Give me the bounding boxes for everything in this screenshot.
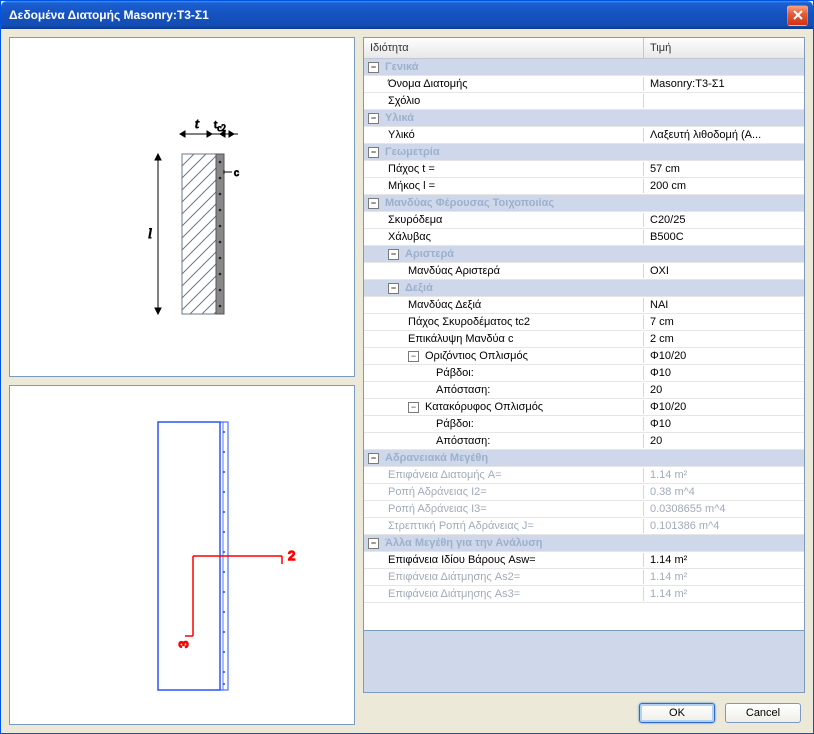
close-button[interactable] xyxy=(787,5,808,26)
group-general[interactable]: −Γενικά xyxy=(364,59,804,76)
content-area: t tc2 l xyxy=(1,29,813,733)
row-i3: Ροπή Αδράνειας I3= 0.0308655 m^4 xyxy=(364,501,804,518)
row-asw[interactable]: Επιφάνεια Ιδίου Βάρους Asw= 1.14 m² xyxy=(364,552,804,569)
row-vert-bars[interactable]: Ράβδοι: Φ10 xyxy=(364,416,804,433)
group-material[interactable]: −Υλικά xyxy=(364,110,804,127)
group-geometry[interactable]: −Γεωμετρία xyxy=(364,144,804,161)
row-horiz-bars[interactable]: Ράβδοι: Φ10 xyxy=(364,365,804,382)
ok-button[interactable]: OK xyxy=(639,703,715,723)
row-as2: Επιφάνεια Διάτμησης As2= 1.14 m² xyxy=(364,569,804,586)
property-grid: Ιδιότητα Τιμή −Γενικά Όνομα Διατομής Mas… xyxy=(363,37,805,631)
collapse-icon[interactable]: − xyxy=(368,113,379,124)
label-l: l xyxy=(148,227,152,242)
section-diagram-top: t tc2 l xyxy=(9,37,355,377)
label-t: t xyxy=(195,117,200,132)
row-length[interactable]: Μήκος l = 200 cm xyxy=(364,178,804,195)
right-column: Ιδιότητα Τιμή −Γενικά Όνομα Διατομής Mas… xyxy=(363,37,805,725)
button-row: OK Cancel xyxy=(363,693,805,725)
row-material[interactable]: Υλικό Λαξευτή λιθοδομή (Α... xyxy=(364,127,804,144)
row-as3: Επιφάνεια Διάτμησης As3= 1.14 m² xyxy=(364,586,804,603)
row-concrete[interactable]: Σκυρόδεμα C20/25 xyxy=(364,212,804,229)
group-right[interactable]: −Δεξιά xyxy=(364,280,804,297)
row-section-name[interactable]: Όνομα Διατομής Masonry:T3-Σ1 xyxy=(364,76,804,93)
row-thickness[interactable]: Πάχος t = 57 cm xyxy=(364,161,804,178)
axis-3-label: 3 xyxy=(176,641,191,648)
collapse-icon[interactable]: − xyxy=(368,538,379,549)
window-title: Δεδομένα Διατομής Masonry:T3-Σ1 xyxy=(9,8,787,22)
row-comment[interactable]: Σχόλιο xyxy=(364,93,804,110)
row-horiz-spacing[interactable]: Απόσταση: 20 xyxy=(364,382,804,399)
collapse-icon[interactable]: − xyxy=(368,453,379,464)
row-j: Στρεπτική Ροπή Αδράνειας J= 0.101386 m^4 xyxy=(364,518,804,535)
header-value: Τιμή xyxy=(644,38,804,58)
collapse-icon[interactable]: − xyxy=(368,198,379,209)
group-left[interactable]: −Αριστερά xyxy=(364,246,804,263)
grid-body[interactable]: −Γενικά Όνομα Διατομής Masonry:T3-Σ1 Σχό… xyxy=(364,59,804,630)
axis-2-label: 2 xyxy=(288,548,295,563)
collapse-icon[interactable]: − xyxy=(388,283,399,294)
row-area: Επιφάνεια Διατομής A= 1.14 m² xyxy=(364,467,804,484)
row-horiz-reinf[interactable]: −Οριζόντιος Οπλισμός Φ10/20 xyxy=(364,348,804,365)
description-pane xyxy=(363,631,805,693)
row-tc2[interactable]: Πάχος Σκυροδέματος tc2 7 cm xyxy=(364,314,804,331)
row-cover-c[interactable]: Επικάλυψη Μανδύα c 2 cm xyxy=(364,331,804,348)
row-vert-spacing[interactable]: Απόσταση: 20 xyxy=(364,433,804,450)
group-jacket[interactable]: −Μανδύας Φέρουσας Τοιχοποιίας xyxy=(364,195,804,212)
grid-header: Ιδιότητα Τιμή xyxy=(364,38,804,59)
row-vert-reinf[interactable]: −Κατακόρυφος Οπλισμός Φ10/20 xyxy=(364,399,804,416)
collapse-icon[interactable]: − xyxy=(388,249,399,260)
group-inertia[interactable]: −Αδρανειακά Μεγέθη xyxy=(364,450,804,467)
row-steel[interactable]: Χάλυβας B500C xyxy=(364,229,804,246)
label-tc2: tc2 xyxy=(214,117,226,133)
close-icon xyxy=(793,10,803,20)
header-property: Ιδιότητα xyxy=(364,38,644,58)
titlebar: Δεδομένα Διατομής Masonry:T3-Σ1 xyxy=(1,1,813,29)
collapse-icon[interactable]: − xyxy=(368,147,379,158)
cancel-button[interactable]: Cancel xyxy=(725,703,801,723)
row-jacket-right[interactable]: Μανδύας Δεξιά ΝΑΙ xyxy=(364,297,804,314)
collapse-icon[interactable]: − xyxy=(368,62,379,73)
row-i2: Ροπή Αδράνειας I2= 0.38 m^4 xyxy=(364,484,804,501)
collapse-icon[interactable]: − xyxy=(408,402,419,413)
label-c: c xyxy=(234,168,239,179)
row-jacket-left[interactable]: Μανδύας Αριστερά ΟΧΙ xyxy=(364,263,804,280)
section-diagram-bottom: 2 3 xyxy=(9,385,355,725)
collapse-icon[interactable]: − xyxy=(408,351,419,362)
dialog-window: Δεδομένα Διατομής Masonry:T3-Σ1 t xyxy=(0,0,814,734)
left-column: t tc2 l xyxy=(9,37,355,725)
group-other[interactable]: −Άλλα Μεγέθη για την Ανάλυση xyxy=(364,535,804,552)
